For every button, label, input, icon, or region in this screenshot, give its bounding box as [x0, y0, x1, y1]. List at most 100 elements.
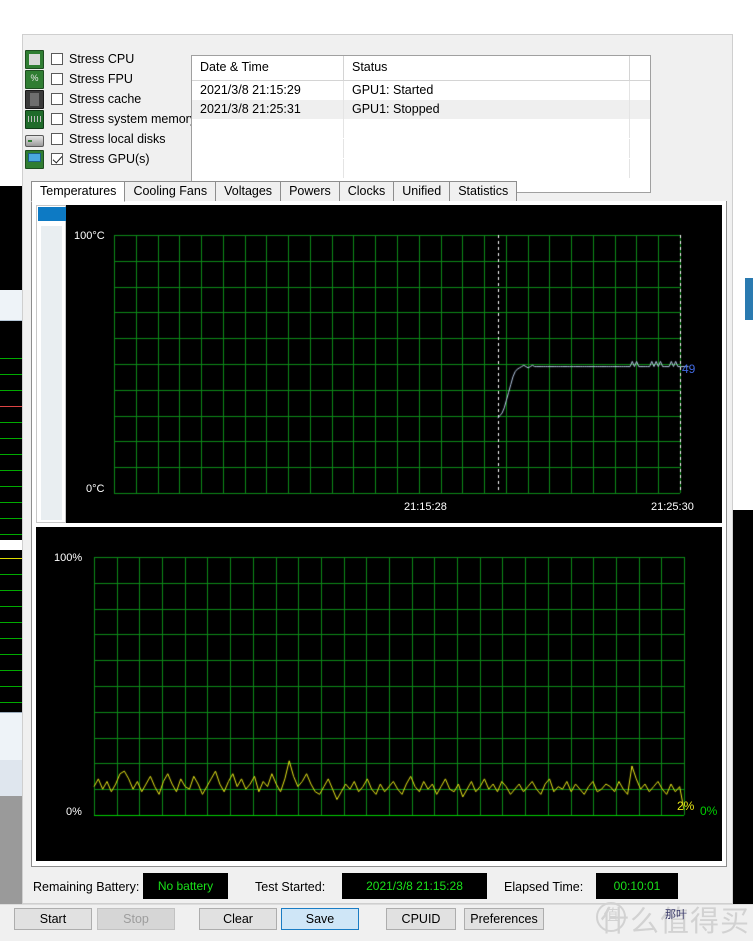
hard-disk-icon: [25, 135, 44, 147]
memory-stick-icon: [25, 109, 44, 129]
cell-spacer: [630, 81, 650, 100]
cell-status: GPU1: Started: [344, 81, 630, 100]
usage-current-value: 2%: [677, 799, 695, 813]
cpuid-button[interactable]: CPUID: [386, 908, 456, 930]
stress-fpu-label: Stress FPU: [69, 72, 133, 86]
column-header-datetime: Date & Time: [192, 56, 344, 80]
elapsed-time-label: Elapsed Time:: [504, 880, 584, 894]
background-window-titlebar: [0, 290, 22, 321]
background-panel-secondary: [0, 760, 22, 796]
throttling-current-value: 0%: [700, 804, 718, 818]
tab-voltages[interactable]: Voltages: [215, 181, 282, 201]
cell-empty: [192, 159, 344, 178]
stress-option-gpu[interactable]: Stress GPU(s): [25, 149, 195, 169]
cell-empty: [630, 159, 650, 178]
cell-empty: [344, 159, 630, 178]
stress-option-memory[interactable]: Stress system memory: [25, 109, 197, 129]
cell-empty: [630, 139, 650, 158]
stress-disks-label: Stress local disks: [69, 132, 166, 146]
battery-value: No battery: [143, 873, 228, 899]
cell-datetime: 2021/3/8 21:25:31: [192, 100, 344, 119]
cell-empty: [630, 119, 650, 138]
stress-memory-checkbox[interactable]: [51, 113, 63, 125]
background-window-body: [0, 321, 22, 343]
stress-option-fpu[interactable]: % Stress FPU: [25, 69, 195, 89]
cell-datetime: 2021/3/8 21:15:29: [192, 81, 344, 100]
temp-axis-max-label: 100°C: [74, 230, 105, 242]
gpu-monitor-icon: [25, 149, 44, 169]
usage-axis-min-label: 0%: [66, 806, 82, 818]
tab-unified[interactable]: Unified: [393, 181, 451, 201]
fpu-icon: %: [25, 69, 44, 89]
cell-empty: [192, 139, 344, 158]
stop-button: Stop: [97, 908, 175, 930]
elapsed-time-value: 00:10:01: [596, 873, 678, 899]
battery-label: Remaining Battery:: [33, 880, 140, 894]
temperature-chart: CPUCPU Core #1CPU Core #2CPU Core #3CPU …: [66, 205, 722, 523]
stress-option-cpu[interactable]: Stress CPU: [25, 49, 195, 69]
temp-axis-xtick-end: 21:25:30: [651, 501, 694, 513]
table-row-empty[interactable]: [192, 139, 650, 159]
stress-disks-checkbox[interactable]: [51, 133, 63, 145]
temp-axis-min-label: 0°C: [86, 483, 105, 495]
save-button[interactable]: Save: [281, 908, 359, 930]
table-header-row: Date & Time Status: [192, 56, 650, 81]
background-right-highlight: [745, 278, 753, 320]
background-divider: [0, 540, 22, 550]
sensor-list[interactable]: [36, 205, 66, 523]
tab-statistics[interactable]: Statistics: [449, 181, 518, 201]
background-chart-lines-upper: [0, 352, 22, 542]
stress-gpu-checkbox[interactable]: [51, 153, 63, 165]
column-header-status: Status: [344, 56, 630, 80]
stress-option-cache[interactable]: Stress cache: [25, 89, 195, 109]
background-right-panel: [737, 320, 753, 510]
column-header-spacer: [630, 56, 650, 80]
stress-fpu-checkbox[interactable]: [51, 73, 63, 85]
table-row[interactable]: 2021/3/8 21:15:29 GPU1: Started: [192, 81, 650, 100]
cache-chip-icon: [25, 89, 44, 109]
temp-axis-xtick-start: 21:15:28: [404, 501, 447, 513]
tab-temperatures[interactable]: Temperatures: [31, 181, 126, 202]
stress-gpu-label: Stress GPU(s): [69, 152, 150, 166]
background-panel: [0, 712, 22, 762]
table-row-empty[interactable]: [192, 119, 650, 139]
cell-spacer: [630, 100, 650, 119]
tab-clocks[interactable]: Clocks: [338, 181, 395, 201]
chart-tabs[interactable]: Temperatures Cooling Fans Voltages Power…: [31, 181, 727, 202]
usage-plot-canvas: [36, 527, 722, 861]
sensor-list-scroll-trough[interactable]: [41, 226, 62, 520]
stress-cache-checkbox[interactable]: [51, 93, 63, 105]
cell-empty: [344, 139, 630, 158]
test-started-label: Test Started:: [255, 880, 326, 894]
background-chart-lines-lower: [0, 550, 22, 710]
cell-empty: [192, 119, 344, 138]
test-started-value: 2021/3/8 21:15:28: [342, 873, 487, 899]
start-button[interactable]: Start: [14, 908, 92, 930]
temperature-plot-canvas: [66, 205, 722, 523]
stress-option-disks[interactable]: Stress local disks: [25, 129, 195, 149]
sensor-list-selected-item[interactable]: [38, 207, 66, 221]
background-right-dark: [733, 510, 753, 940]
cell-status: GPU1: Stopped: [344, 100, 630, 119]
usage-axis-max-label: 100%: [54, 552, 83, 564]
cpu-chip-icon: [25, 49, 44, 69]
tab-cooling-fans[interactable]: Cooling Fans: [124, 181, 217, 201]
stress-options-list: Stress CPU % Stress FPU Stress cache Str…: [25, 49, 197, 169]
stress-memory-label: Stress system memory: [69, 112, 197, 126]
cell-empty: [344, 119, 630, 138]
clear-button[interactable]: Clear: [199, 908, 277, 930]
screen: Stress CPU % Stress FPU Stress cache Str…: [0, 0, 753, 941]
table-row[interactable]: 2021/3/8 21:25:31 GPU1: Stopped: [192, 100, 650, 119]
event-log-table[interactable]: Date & Time Status 2021/3/8 21:15:29 GPU…: [191, 55, 651, 193]
aida64-stress-test-window: Stress CPU % Stress FPU Stress cache Str…: [22, 34, 733, 904]
cpu-usage-chart: CPU Usage | CPU Throttling 100% 0% 2% 0%: [36, 527, 722, 861]
preferences-button[interactable]: Preferences: [464, 908, 544, 930]
stress-cpu-label: Stress CPU: [69, 52, 135, 66]
temp-current-value: 49: [682, 362, 696, 376]
stress-cpu-checkbox[interactable]: [51, 53, 63, 65]
table-row-empty[interactable]: [192, 159, 650, 179]
stress-cache-label: Stress cache: [69, 92, 142, 106]
watermark-small-text: 那叶: [665, 909, 687, 921]
tab-powers[interactable]: Powers: [280, 181, 340, 201]
charts-panel: CPUCPU Core #1CPU Core #2CPU Core #3CPU …: [31, 201, 727, 867]
